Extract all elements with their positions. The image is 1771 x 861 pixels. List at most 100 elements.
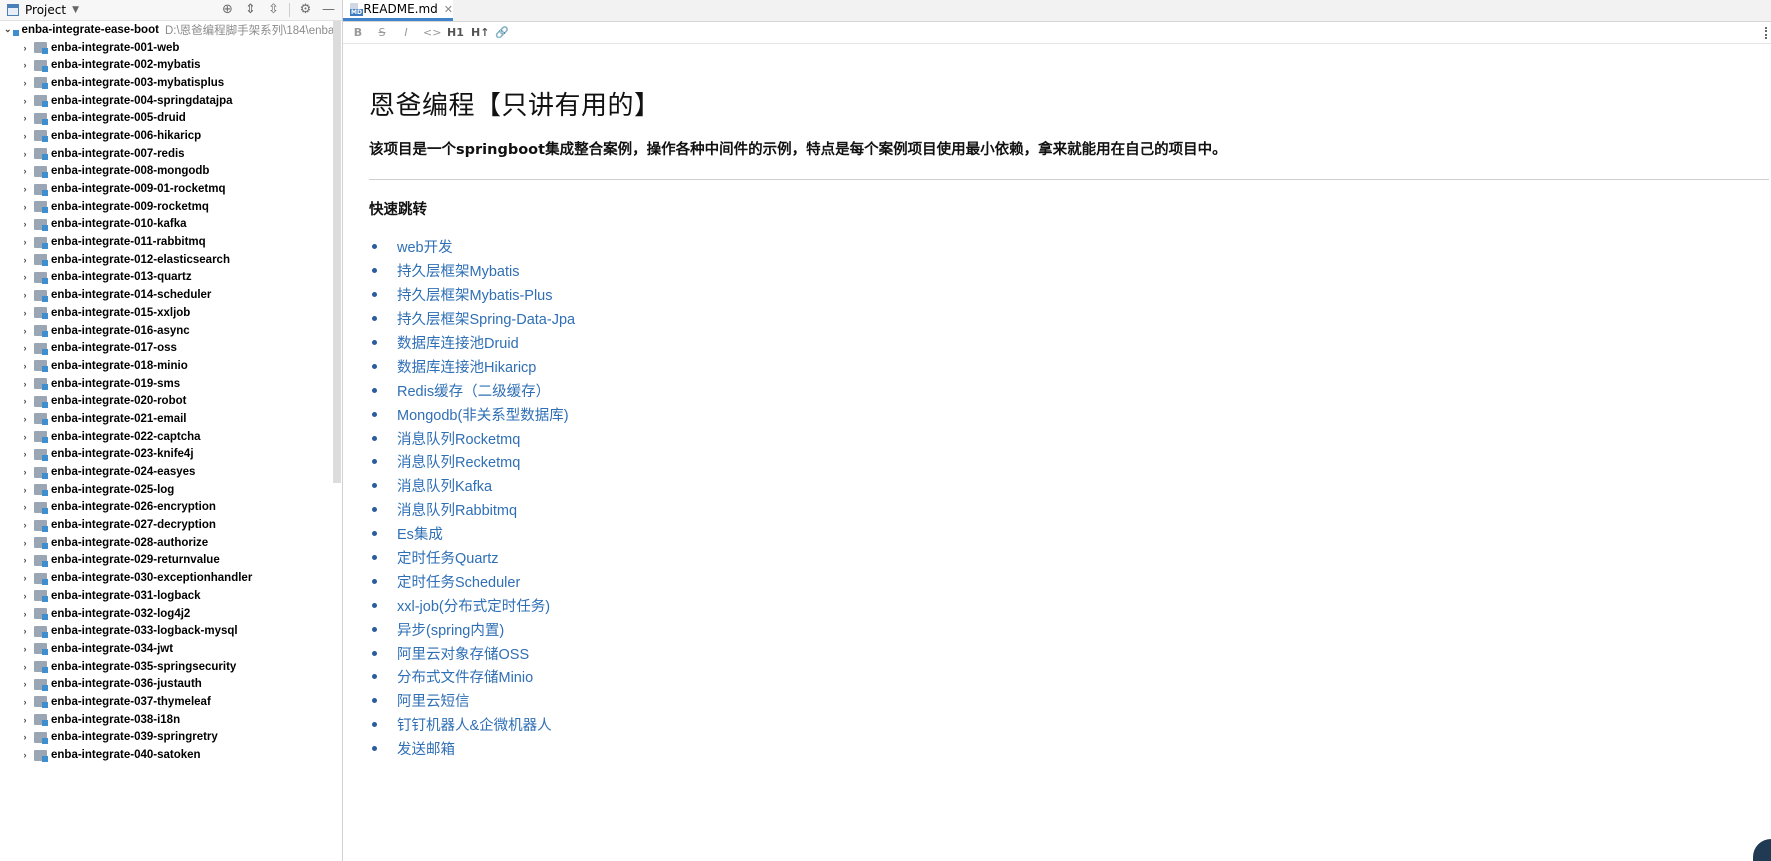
tree-item[interactable]: › enba-integrate-024-easyes [0,463,332,481]
quick-link[interactable]: 阿里云短信 [397,690,470,711]
tree-item[interactable]: › enba-integrate-016-async [0,322,332,340]
chevron-right-icon[interactable]: › [20,750,30,760]
chevron-right-icon[interactable]: › [20,149,30,159]
expand-all-icon[interactable]: ⇕ [243,2,258,17]
quick-link[interactable]: 异步(spring内置) [397,619,504,640]
chevron-right-icon[interactable]: › [20,343,30,353]
tree-item[interactable]: › enba-integrate-004-springdatajpa [0,92,332,110]
chevron-right-icon[interactable]: › [20,432,30,442]
tree-item[interactable]: › enba-integrate-002-mybatis [0,56,332,74]
tree-item[interactable]: › enba-integrate-007-redis [0,145,332,163]
quick-link[interactable]: 持久层框架Spring-Data-Jpa [397,308,575,329]
tree-item[interactable]: › enba-integrate-040-satoken [0,746,332,764]
chevron-right-icon[interactable]: › [20,662,30,672]
chevron-right-icon[interactable]: › [20,538,30,548]
chevron-right-icon[interactable]: › [20,485,30,495]
tree-item[interactable]: › enba-integrate-023-knife4j [0,446,332,464]
tree-item[interactable]: › enba-integrate-013-quartz [0,269,332,287]
quick-link[interactable]: xxl-job(分布式定时任务) [397,595,550,616]
tree-item[interactable]: › enba-integrate-018-minio [0,357,332,375]
tree-item[interactable]: › enba-integrate-001-web [0,39,332,57]
quick-link[interactable]: 消息队列Rocketmq [397,428,520,449]
chevron-right-icon[interactable]: › [20,113,30,123]
tree-item[interactable]: › enba-integrate-029-returnvalue [0,552,332,570]
quick-link[interactable]: 消息队列Rabbitmq [397,499,517,520]
chevron-right-icon[interactable]: › [20,219,30,229]
chevron-right-icon[interactable]: › [20,715,30,725]
project-view-label[interactable]: Project [25,3,66,17]
tree-item[interactable]: › enba-integrate-022-captcha [0,428,332,446]
quick-link[interactable]: Mongodb(非关系型数据库) [397,404,569,425]
gear-icon[interactable]: ⚙ [298,2,313,17]
chevron-right-icon[interactable]: › [20,43,30,53]
heading-increase-icon[interactable]: H↑ [471,26,489,39]
tree-item[interactable]: › enba-integrate-015-xxljob [0,304,332,322]
chevron-right-icon[interactable]: › [20,591,30,601]
tree-item[interactable]: › enba-integrate-017-oss [0,339,332,357]
quick-link[interactable]: 消息队列Kafka [397,475,492,496]
minimize-icon[interactable]: — [321,2,336,17]
tree-root[interactable]: ⌄ enba-integrate-ease-boot D:\恩爸编程脚手架系列\… [0,21,334,39]
tree-item[interactable]: › enba-integrate-006-hikaricp [0,127,332,145]
chevron-right-icon[interactable]: › [20,308,30,318]
tree-item[interactable]: › enba-integrate-019-sms [0,375,332,393]
chevron-right-icon[interactable]: › [20,326,30,336]
chevron-right-icon[interactable]: › [20,290,30,300]
quick-link[interactable]: 发送邮箱 [397,738,455,759]
quick-link[interactable]: 持久层框架Mybatis-Plus [397,284,553,305]
tree-item[interactable]: › enba-integrate-028-authorize [0,534,332,552]
chevron-right-icon[interactable]: › [20,626,30,636]
tree-item[interactable]: › enba-integrate-038-i18n [0,711,332,729]
tree-item[interactable]: › enba-integrate-009-rocketmq [0,198,332,216]
assistant-button[interactable] [1753,839,1771,861]
chevron-right-icon[interactable]: › [20,184,30,194]
tree-item[interactable]: › enba-integrate-026-encryption [0,499,332,517]
tree-item[interactable]: › enba-integrate-005-druid [0,109,332,127]
tree-item[interactable]: › enba-integrate-011-rabbitmq [0,233,332,251]
strikethrough-icon[interactable]: S [375,26,389,39]
tree-item[interactable]: › enba-integrate-037-thymeleaf [0,693,332,711]
chevron-right-icon[interactable]: › [20,237,30,247]
chevron-right-icon[interactable]: › [20,166,30,176]
tree-item[interactable]: › enba-integrate-003-mybatisplus [0,74,332,92]
tree-item[interactable]: › enba-integrate-030-exceptionhandler [0,569,332,587]
quick-link[interactable]: 消息队列Recketmq [397,451,520,472]
chevron-down-icon[interactable]: ▼ [72,5,79,15]
chevron-right-icon[interactable]: › [20,361,30,371]
bold-icon[interactable]: B [351,26,365,39]
chevron-right-icon[interactable]: › [20,131,30,141]
chevron-right-icon[interactable]: › [20,449,30,459]
quick-link[interactable]: 数据库连接池Hikaricp [397,356,536,377]
chevron-right-icon[interactable]: › [20,732,30,742]
chevron-right-icon[interactable]: › [20,255,30,265]
quick-link[interactable]: 定时任务Quartz [397,547,499,568]
chevron-right-icon[interactable]: › [20,272,30,282]
collapse-all-icon[interactable]: ⇳ [266,2,281,17]
tree-item[interactable]: › enba-integrate-035-springsecurity [0,658,332,676]
tab-readme[interactable]: README.md ✕ [343,0,453,21]
chevron-right-icon[interactable]: › [20,644,30,654]
quick-link[interactable]: 数据库连接池Druid [397,332,519,353]
tree-item[interactable]: › enba-integrate-014-scheduler [0,286,332,304]
chevron-right-icon[interactable]: › [20,202,30,212]
chevron-down-icon[interactable]: ⌄ [4,24,12,35]
tree-item[interactable]: › enba-integrate-027-decryption [0,516,332,534]
tree-item[interactable]: › enba-integrate-012-elasticsearch [0,251,332,269]
tree-item[interactable]: › enba-integrate-020-robot [0,392,332,410]
heading-icon[interactable]: H1 [447,26,464,39]
chevron-right-icon[interactable]: › [20,573,30,583]
quick-link[interactable]: 持久层框架Mybatis [397,260,519,281]
chevron-right-icon[interactable]: › [20,379,30,389]
tree-item[interactable]: › enba-integrate-025-log [0,481,332,499]
code-icon[interactable]: <> [423,26,441,39]
chevron-right-icon[interactable]: › [20,78,30,88]
tree-item[interactable]: › enba-integrate-032-log4j2 [0,605,332,623]
quick-link[interactable]: Es集成 [397,523,443,544]
tree-item[interactable]: › enba-integrate-036-justauth [0,675,332,693]
quick-link[interactable]: 分布式文件存储Minio [397,666,533,687]
tree-item[interactable]: › enba-integrate-010-kafka [0,216,332,234]
chevron-right-icon[interactable]: › [20,520,30,530]
tree-scrollbar-thumb[interactable] [333,21,341,483]
chevron-right-icon[interactable]: › [20,609,30,619]
chevron-right-icon[interactable]: › [20,555,30,565]
